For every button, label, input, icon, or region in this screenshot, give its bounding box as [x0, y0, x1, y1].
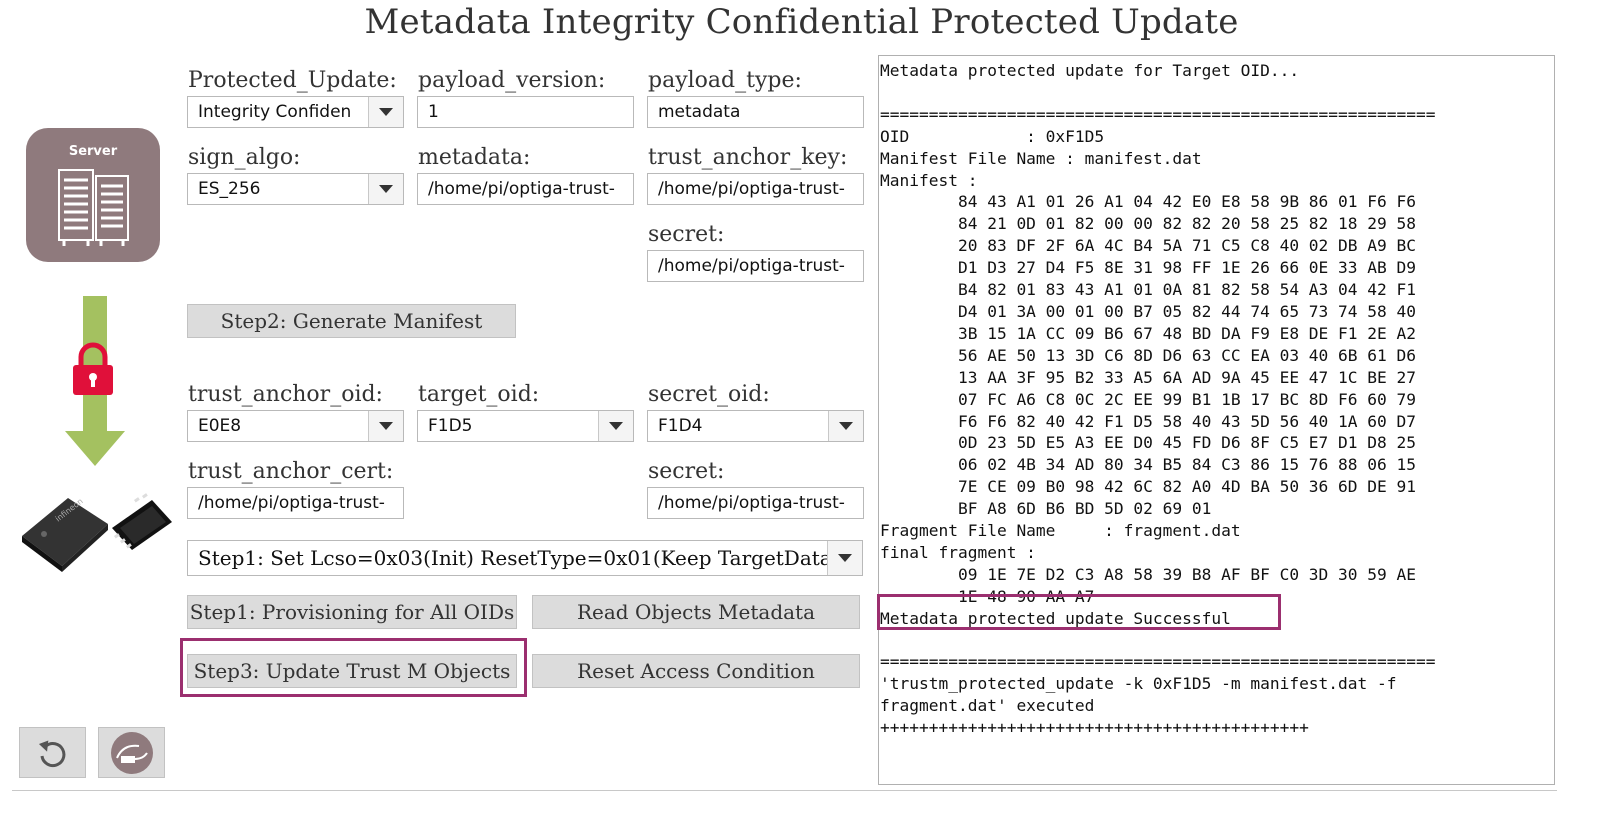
protected-update-value: Integrity Confiden — [198, 102, 352, 122]
secret-input-bottom[interactable]: /home/pi/optiga-trust- — [647, 487, 864, 519]
success-highlight-box — [877, 594, 1281, 630]
trust-anchor-oid-value: E0E8 — [198, 416, 242, 436]
chevron-down-icon[interactable] — [368, 174, 403, 204]
payload-version-input[interactable]: 1 — [417, 96, 634, 128]
secret-input-top[interactable]: /home/pi/optiga-trust- — [647, 250, 864, 282]
trust-anchor-cert-input[interactable]: /home/pi/optiga-trust- — [187, 487, 404, 519]
chevron-down-icon[interactable] — [368, 97, 403, 127]
trust-anchor-cert-label: trust_anchor_cert: — [188, 459, 394, 484]
bottom-divider — [12, 790, 1557, 791]
step3-highlight-box — [180, 638, 527, 697]
server-icon: Server — [26, 128, 160, 262]
secret-oid-select[interactable]: F1D4 — [647, 410, 864, 442]
metadata-label: metadata: — [418, 145, 531, 170]
protected-update-label: Protected_Update: — [188, 68, 397, 93]
secret-oid-label: secret_oid: — [648, 382, 770, 407]
generate-manifest-button[interactable]: Step2: Generate Manifest — [187, 304, 516, 338]
metadata-path-input[interactable]: /home/pi/optiga-trust- — [417, 173, 634, 205]
trust-anchor-key-label: trust_anchor_key: — [648, 145, 848, 170]
console-text: Metadata protected update for Target OID… — [880, 61, 1436, 738]
back-button[interactable] — [19, 727, 86, 778]
chevron-down-icon[interactable] — [598, 411, 633, 441]
sign-algo-select[interactable]: ES_256 — [187, 173, 404, 205]
step1-option-value: Step1: Set Lcso=0x03(Init) ResetType=0x0… — [198, 546, 827, 570]
exit-button[interactable] — [98, 727, 165, 778]
secret-oid-value: F1D4 — [658, 416, 703, 436]
lock-icon — [73, 342, 113, 395]
read-metadata-button[interactable]: Read Objects Metadata — [532, 595, 860, 629]
target-oid-select[interactable]: F1D5 — [417, 410, 634, 442]
chip-icon: infineon — [22, 493, 172, 572]
chevron-down-icon[interactable] — [827, 541, 862, 575]
secret-label-bottom: secret: — [648, 459, 725, 484]
trust-anchor-key-input[interactable]: /home/pi/optiga-trust- — [647, 173, 864, 205]
payload-type-label: payload_type: — [648, 68, 802, 93]
sign-algo-value: ES_256 — [198, 179, 261, 199]
step1-option-select[interactable]: Step1: Set Lcso=0x03(Init) ResetType=0x0… — [187, 540, 863, 576]
payload-version-label: payload_version: — [418, 68, 606, 93]
page-title: Metadata Integrity Confidential Protecte… — [364, 2, 1239, 42]
payload-type-input[interactable]: metadata — [647, 96, 864, 128]
chevron-down-icon[interactable] — [368, 411, 403, 441]
trust-anchor-oid-select[interactable]: E0E8 — [187, 410, 404, 442]
provisioning-button[interactable]: Step1: Provisioning for All OIDs — [187, 595, 517, 629]
device-icon — [111, 732, 153, 774]
trust-anchor-oid-label: trust_anchor_oid: — [188, 382, 383, 407]
console-output[interactable]: Metadata protected update for Target OID… — [878, 55, 1555, 785]
sign-algo-label: sign_algo: — [188, 145, 301, 170]
reset-access-button[interactable]: Reset Access Condition — [532, 654, 860, 688]
undo-icon — [38, 740, 66, 768]
chevron-down-icon[interactable] — [828, 411, 863, 441]
protected-update-select[interactable]: Integrity Confiden — [187, 96, 404, 128]
target-oid-label: target_oid: — [418, 382, 540, 407]
target-oid-value: F1D5 — [428, 416, 473, 436]
secret-label-top: secret: — [648, 222, 725, 247]
